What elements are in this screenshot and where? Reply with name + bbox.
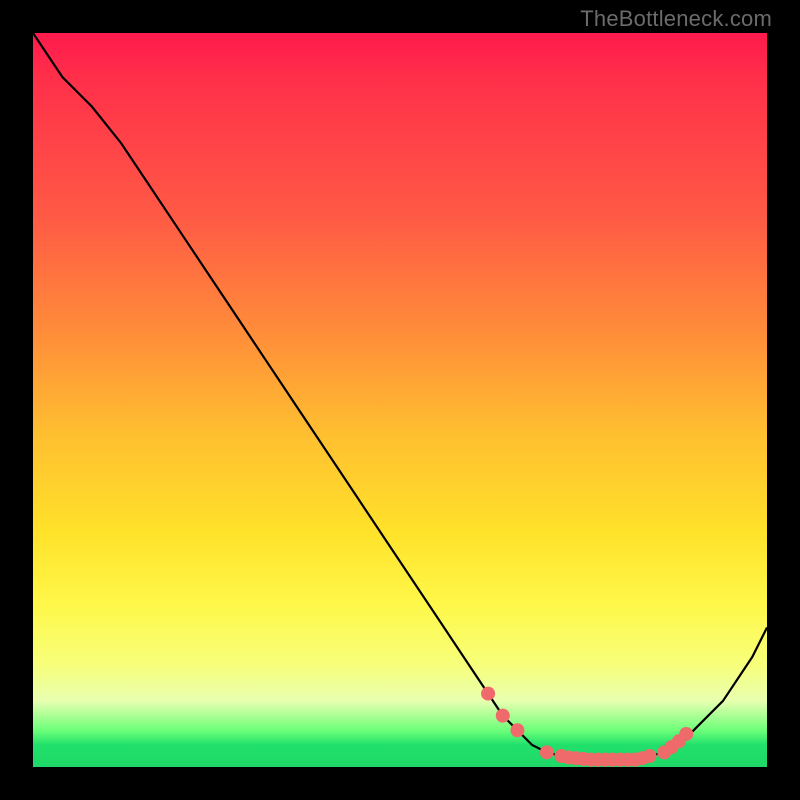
marker-point <box>679 727 693 741</box>
marker-group <box>481 687 693 767</box>
curve-line <box>33 33 767 760</box>
bottleneck-curve <box>33 33 767 767</box>
marker-point <box>540 745 554 759</box>
attribution-label: TheBottleneck.com <box>580 6 772 32</box>
marker-point <box>510 723 524 737</box>
plot-area <box>33 33 767 767</box>
marker-point <box>496 709 510 723</box>
marker-point <box>643 749 657 763</box>
chart-frame: TheBottleneck.com <box>0 0 800 800</box>
marker-point <box>481 687 495 701</box>
